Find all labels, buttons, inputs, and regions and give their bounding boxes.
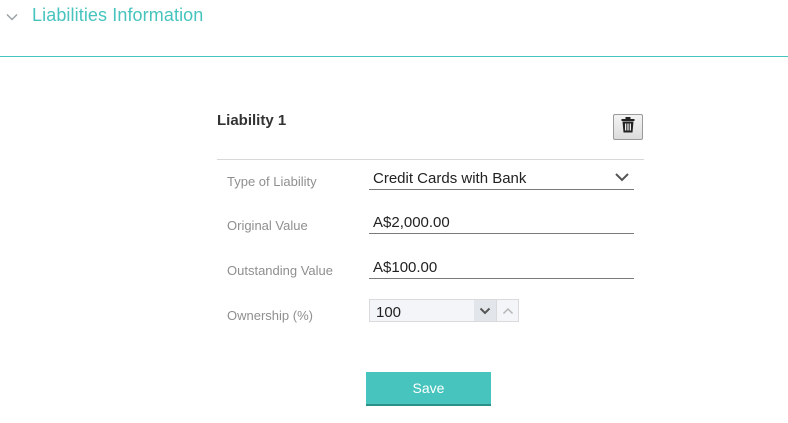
outstanding-value-value: A$100.00 — [373, 259, 438, 276]
ownership-label: Ownership (%) — [227, 308, 313, 323]
chevron-up-icon — [502, 307, 513, 314]
liability-title: Liability 1 — [217, 112, 287, 129]
chevron-down-icon — [479, 307, 491, 314]
increment-button[interactable] — [496, 300, 518, 321]
chevron-down-icon[interactable] — [614, 170, 630, 182]
divider — [217, 159, 644, 160]
outstanding-value-field[interactable]: A$100.00 — [369, 253, 634, 279]
save-button[interactable]: Save — [366, 372, 491, 406]
decrement-button[interactable] — [474, 300, 496, 321]
original-value-field[interactable]: A$2,000.00 — [369, 208, 634, 234]
original-value-label: Original Value — [227, 218, 308, 233]
type-of-liability-row: Type of Liability Credit Cards with Bank — [217, 164, 644, 194]
outstanding-value-label: Outstanding Value — [227, 263, 333, 278]
trash-icon — [621, 116, 635, 138]
original-value-row: Original Value A$2,000.00 — [217, 208, 644, 238]
ownership-value[interactable]: 100 — [376, 304, 401, 321]
section-header[interactable]: Liabilities Information — [0, 0, 788, 57]
original-value-value: A$2,000.00 — [373, 214, 450, 231]
chevron-down-icon[interactable] — [6, 10, 18, 22]
ownership-row: Ownership (%) 100 — [217, 298, 644, 328]
section-title[interactable]: Liabilities Information — [32, 5, 203, 26]
type-of-liability-select[interactable]: Credit Cards with Bank — [369, 164, 634, 190]
type-of-liability-label: Type of Liability — [227, 174, 317, 189]
ownership-stepper[interactable]: 100 — [369, 299, 519, 322]
delete-liability-button[interactable] — [613, 114, 643, 140]
outstanding-value-row: Outstanding Value A$100.00 — [217, 253, 644, 283]
type-of-liability-value: Credit Cards with Bank — [373, 170, 527, 187]
